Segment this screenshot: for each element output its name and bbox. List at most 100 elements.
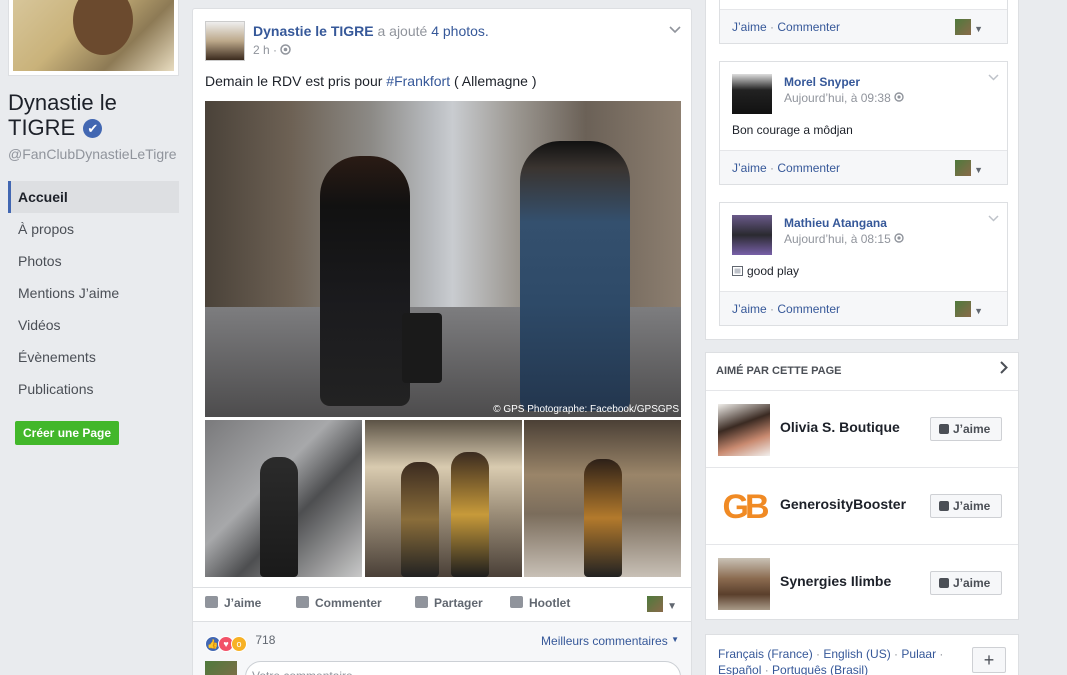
liked-page-name[interactable]: GenerosityBooster	[780, 496, 906, 512]
comment-card-footer: J’aime · Commenter ▼	[720, 150, 1007, 184]
post-header: Dynastie le TIGRE a ajouté 4 photos.	[253, 23, 489, 39]
comment-sort-dropdown[interactable]: Meilleurs commentaires ▼	[541, 634, 679, 648]
comment-as-selector[interactable]: ▼	[955, 160, 983, 176]
page-title: Dynastie le TIGRE ✔	[8, 90, 117, 140]
more-languages-button[interactable]: +	[972, 647, 1006, 673]
avatar[interactable]	[718, 404, 770, 456]
avatar	[955, 19, 972, 35]
comment-like-link[interactable]: J’aime	[732, 161, 767, 175]
nav-item-mentions-jaime[interactable]: Mentions J’aime	[8, 277, 179, 309]
photo-credit: © GPS Photographe: Facebook/GPSGPS	[493, 404, 679, 415]
comment-button[interactable]: Commenter	[296, 596, 382, 610]
liked-page-item: Olivia S. Boutique J’aime	[706, 391, 1018, 468]
avatar	[955, 160, 972, 176]
caret-down-icon: ▼	[974, 165, 983, 175]
generositybooster-logo: GB	[722, 487, 770, 526]
language-link[interactable]: Pulaar	[901, 647, 936, 661]
image-icon	[732, 266, 743, 276]
caret-down-icon: ▼	[974, 24, 983, 34]
globe-icon	[894, 233, 904, 243]
create-page-button[interactable]: Créer une Page	[15, 421, 120, 445]
comment-card: Mathieu Atangana Aujourd’hui, à 08:15 go…	[719, 202, 1008, 326]
comment-reply-link[interactable]: Commenter	[777, 302, 840, 316]
caret-down-icon: ▼	[671, 635, 679, 644]
like-button[interactable]: J’aime	[205, 596, 261, 610]
language-link[interactable]: Português (Brasil)	[772, 663, 868, 675]
language-link[interactable]: Español	[718, 663, 761, 675]
caret-down-icon: ▼	[974, 306, 983, 316]
reaction-count: 718	[255, 633, 276, 647]
comment-timestamp: Aujourd’hui, à 08:15	[784, 232, 904, 246]
comment-composer: Votre commentaire...	[193, 661, 691, 675]
liked-page-name[interactable]: Synergies Ilimbe	[780, 573, 891, 589]
nav-item-accueil[interactable]: Accueil	[8, 181, 179, 213]
language-link[interactable]: English (US)	[823, 647, 890, 661]
comment-like-link[interactable]: J’aime	[732, 302, 767, 316]
like-page-button[interactable]: J’aime	[930, 417, 1002, 441]
hootlet-icon	[510, 596, 523, 608]
page-handle[interactable]: @FanClubDynastieLeTigre	[8, 146, 177, 162]
post-photos-link[interactable]: 4 photos.	[431, 23, 489, 39]
comment-timestamp: Aujourd’hui, à 09:38	[784, 91, 904, 105]
comment-options-chevron-icon[interactable]	[988, 211, 999, 225]
liked-page-item: GB GenerosityBooster J’aime	[706, 468, 1018, 545]
comment-card-footer: J’aime · Commenter ▼	[720, 291, 1007, 325]
caret-down-icon: ▼	[667, 601, 677, 612]
avatar[interactable]: GB	[718, 481, 770, 533]
nav-item-videos[interactable]: Vidéos	[8, 309, 179, 341]
language-link[interactable]: Français (France)	[718, 647, 813, 661]
post-photo-thumbnail[interactable]	[205, 420, 362, 577]
avatar[interactable]	[732, 215, 772, 255]
comment-options-chevron-icon[interactable]	[988, 70, 999, 84]
avatar	[955, 301, 972, 317]
post-text: Demain le RDV est pris pour #Frankfort (…	[205, 73, 537, 89]
share-button[interactable]: Partager	[415, 596, 483, 610]
comment-card: Morel Snyper Aujourd’hui, à 09:38 Bon co…	[719, 61, 1008, 185]
comment-like-link[interactable]: J’aime	[732, 20, 767, 34]
comment-text: Bon courage a môdjan	[732, 123, 853, 137]
hashtag-link[interactable]: #Frankfort	[386, 73, 450, 89]
liked-pages-title: AIMÉ PAR CETTE PAGE	[716, 365, 842, 377]
reactions-summary[interactable]: 👍 ♥ o 718	[205, 633, 275, 652]
comment-icon	[296, 596, 309, 608]
comment-reply-link[interactable]: Commenter	[777, 161, 840, 175]
post-photo-thumbnail[interactable]	[365, 420, 522, 577]
hootlet-button[interactable]: Hootlet	[510, 596, 570, 610]
avatar[interactable]	[718, 558, 770, 610]
thumbs-up-icon	[205, 596, 218, 608]
globe-icon	[280, 44, 292, 55]
avatar[interactable]	[732, 74, 772, 114]
nav-item-evenements[interactable]: Évènements	[8, 341, 179, 373]
comment-as-selector[interactable]: ▼	[955, 301, 983, 317]
liked-pages-header[interactable]: AIMÉ PAR CETTE PAGE	[706, 353, 1018, 391]
thumbs-up-icon	[939, 501, 949, 511]
comment-author[interactable]: Mathieu Atangana	[784, 216, 887, 230]
post-options-chevron-icon[interactable]	[669, 23, 681, 37]
verified-badge-icon: ✔	[83, 119, 103, 138]
liked-page-item: Synergies Ilimbe J’aime	[706, 545, 1018, 622]
post-author-link[interactable]: Dynastie le TIGRE	[253, 23, 374, 39]
post-timestamp[interactable]: 2 h ·	[253, 43, 292, 57]
globe-icon	[894, 92, 904, 102]
liked-page-name[interactable]: Olivia S. Boutique	[780, 419, 900, 435]
post-actions-bar: J’aime Commenter Partager Hootlet ▼	[193, 587, 691, 621]
like-page-button[interactable]: J’aime	[930, 571, 1002, 595]
post-as-selector[interactable]: ▼	[647, 596, 677, 612]
comment-input[interactable]: Votre commentaire...	[245, 661, 681, 675]
comment-reply-link[interactable]: Commenter	[777, 20, 840, 34]
like-page-button[interactable]: J’aime	[930, 494, 1002, 518]
post-action-text: a ajouté	[377, 23, 428, 39]
liked-pages-panel: AIMÉ PAR CETTE PAGE Olivia S. Boutique J…	[705, 352, 1019, 620]
comment-as-selector[interactable]: ▼	[955, 19, 983, 35]
post-main-photo[interactable]: © GPS Photographe: Facebook/GPSGPS	[205, 101, 681, 417]
nav-item-photos[interactable]: Photos	[8, 245, 179, 277]
page-profile-picture[interactable]	[8, 0, 179, 76]
post-photo-thumbnails	[205, 420, 681, 577]
comment-author[interactable]: Morel Snyper	[784, 75, 860, 89]
wow-reaction-icon: o	[231, 636, 247, 652]
nav-item-a-propos[interactable]: À propos	[8, 213, 179, 245]
avatar	[647, 596, 664, 612]
nav-item-publications[interactable]: Publications	[8, 373, 179, 405]
post-author-avatar[interactable]	[205, 21, 245, 61]
post-photo-thumbnail[interactable]	[524, 420, 681, 577]
